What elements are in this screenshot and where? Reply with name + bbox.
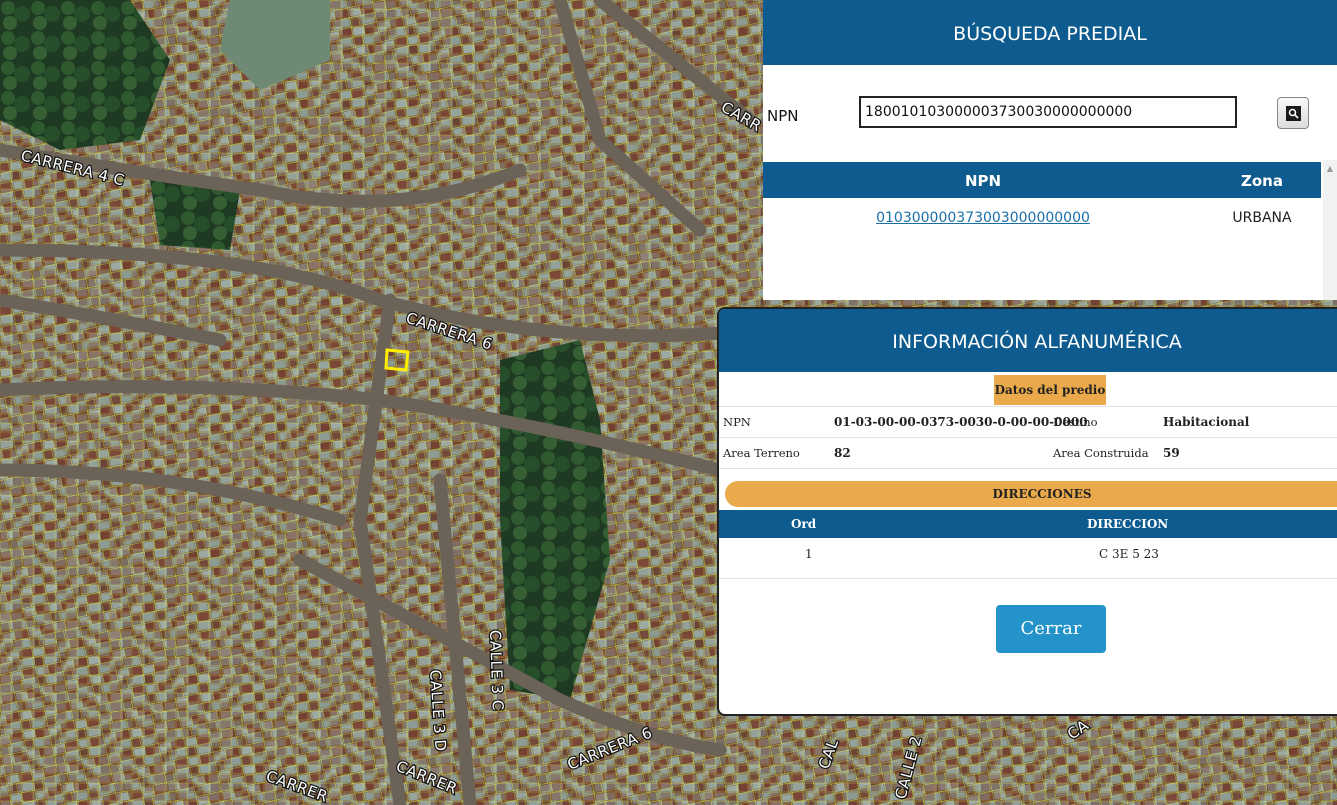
destino-label: Destino (1053, 415, 1098, 429)
npn-label: NPN (767, 107, 799, 125)
info-dialog-title: INFORMACIÓN ALFANUMÉRICA (719, 309, 1337, 372)
search-icon (1285, 105, 1301, 121)
results-header-zona: Zona (1241, 172, 1283, 190)
npn-field-label: NPN (723, 415, 751, 429)
direcciones-section-bar: DIRECCIONES (725, 481, 1337, 507)
search-panel-title: BÚSQUEDA PREDIAL (763, 0, 1337, 65)
result-npn-link[interactable]: 010300000373003000000000 (763, 200, 1203, 236)
results-table-header: NPN Zona (763, 162, 1321, 198)
property-fields: NPN 01-03-00-00-0373-0030-0-00-00-0000 D… (719, 406, 1337, 469)
destino-value: Habitacional (1163, 415, 1250, 429)
property-row-npn: NPN 01-03-00-00-0373-0030-0-00-00-0000 D… (719, 406, 1337, 437)
header-direccion: DIRECCION (1087, 517, 1169, 531)
area-terreno-label: Area Terreno (723, 446, 800, 460)
area-construida-label: Area Construida (1053, 446, 1149, 460)
search-button[interactable] (1277, 97, 1309, 129)
direccion-value: C 3E 5 23 (1099, 547, 1159, 561)
result-zona: URBANA (1232, 210, 1292, 226)
area-construida-value: 59 (1163, 446, 1180, 460)
direcciones-table-header: Ord DIRECCION (719, 510, 1337, 538)
search-panel: BÚSQUEDA PREDIAL NPN NPN Zona 0103000003… (763, 0, 1337, 300)
table-row: 010300000373003000000000 URBANA (763, 200, 1321, 236)
area-terreno-value: 82 (834, 446, 851, 460)
results-header-npn: NPN (964, 172, 1002, 190)
npn-search-input[interactable] (859, 96, 1237, 128)
direccion-ord: 1 (805, 547, 813, 561)
datos-predio-tab: Datos del predio (994, 375, 1106, 405)
results-scrollbar[interactable]: ▲ (1323, 160, 1337, 300)
property-row-areas: Area Terreno 82 Area Construida 59 (719, 437, 1337, 469)
npn-field-value: 01-03-00-00-0373-0030-0-00-00-0000 (834, 415, 1088, 429)
street-label-calle-3c: CALLE 3 C (486, 630, 507, 712)
close-button[interactable]: Cerrar (996, 605, 1106, 653)
info-dialog: INFORMACIÓN ALFANUMÉRICA Datos del predi… (717, 307, 1337, 716)
header-ord: Ord (791, 517, 817, 531)
table-row: 1 C 3E 5 23 (719, 538, 1337, 579)
scroll-up-arrow-icon[interactable]: ▲ (1323, 160, 1337, 178)
